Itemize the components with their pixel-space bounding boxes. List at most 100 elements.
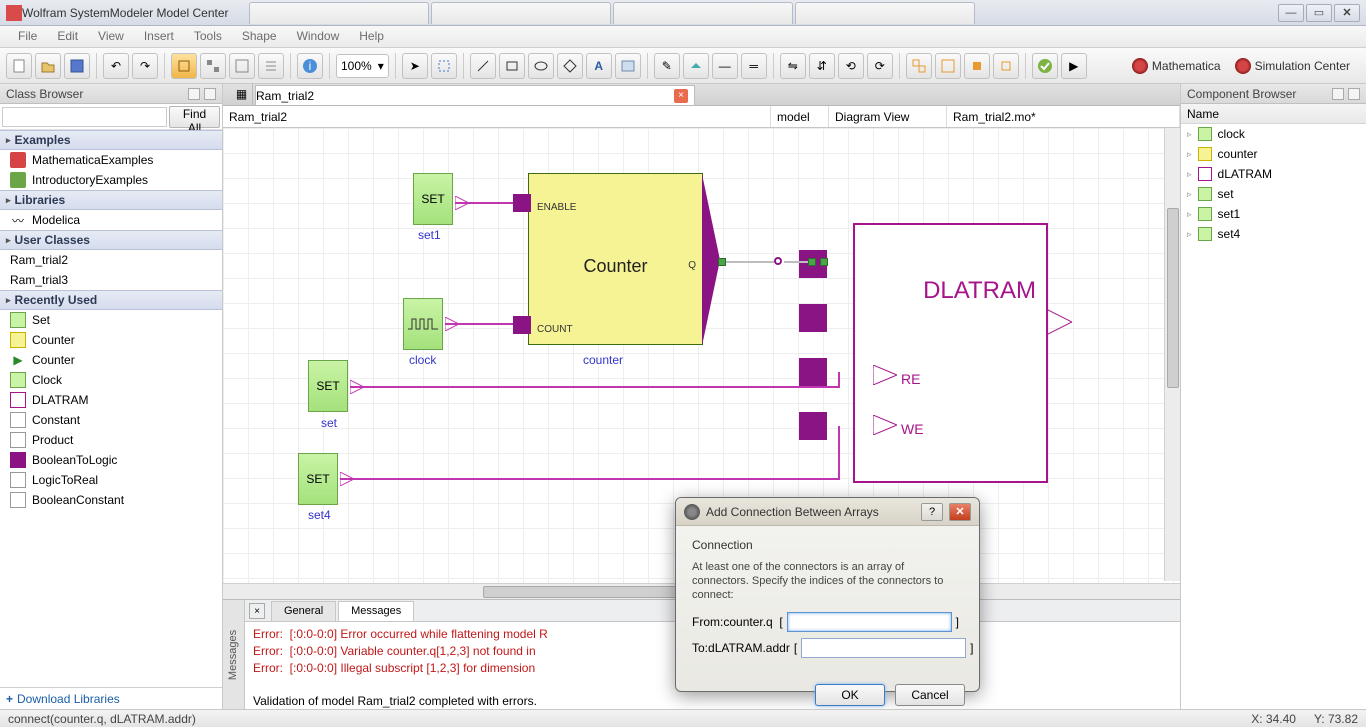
redo-icon[interactable]: ↷ (132, 53, 158, 79)
panel-undock-icon[interactable] (1332, 88, 1344, 100)
menu-window[interactable]: Window (287, 26, 350, 47)
menu-tools[interactable]: Tools (184, 26, 232, 47)
rotate-l-icon[interactable]: ⟲ (838, 53, 864, 79)
tab-messages[interactable]: Messages (338, 601, 414, 621)
tree-item[interactable]: DLATRAM (0, 390, 222, 410)
tree-item[interactable]: Counter (0, 330, 222, 350)
messages-vertical-tab[interactable]: Messages (223, 600, 245, 709)
view1-icon[interactable] (171, 53, 197, 79)
view3-icon[interactable] (229, 53, 255, 79)
block-set1[interactable]: SET (413, 173, 453, 225)
image-icon[interactable] (615, 53, 641, 79)
new-icon[interactable] (6, 53, 32, 79)
block-set4[interactable]: SET (298, 453, 338, 505)
section-libraries[interactable]: Libraries (0, 190, 222, 210)
tab-close-icon[interactable]: × (674, 89, 688, 103)
view4-icon[interactable] (258, 53, 284, 79)
port-we[interactable] (799, 412, 827, 440)
check-icon[interactable] (1032, 53, 1058, 79)
component-item[interactable]: counter (1181, 144, 1366, 164)
tree-item[interactable]: BooleanConstant (0, 490, 222, 510)
port-re[interactable] (799, 358, 827, 386)
tree-item[interactable]: ▶Counter (0, 350, 222, 370)
polygon-icon[interactable] (557, 53, 583, 79)
tree-item[interactable]: IntroductoryExamples (0, 170, 222, 190)
info-icon[interactable]: i (297, 53, 323, 79)
flip-v-icon[interactable]: ⇵ (809, 53, 835, 79)
from-index-input[interactable] (787, 612, 952, 632)
undo-icon[interactable]: ↶ (103, 53, 129, 79)
open-icon[interactable] (35, 53, 61, 79)
simulate-icon[interactable]: ▶ (1061, 53, 1087, 79)
block-counter[interactable]: Counter ENABLE COUNT Q (528, 173, 703, 345)
rect-icon[interactable] (499, 53, 525, 79)
menu-view[interactable]: View (88, 26, 134, 47)
component-item[interactable]: set4 (1181, 224, 1366, 244)
block-dlatram[interactable]: DLATRAM RE WE (853, 223, 1048, 483)
tree-item[interactable]: BooleanToLogic (0, 450, 222, 470)
component-item[interactable]: set1 (1181, 204, 1366, 224)
rotate-r-icon[interactable]: ⟳ (867, 53, 893, 79)
view-mode[interactable]: Diagram View (829, 106, 947, 127)
back-icon[interactable] (993, 53, 1019, 79)
front-icon[interactable] (964, 53, 990, 79)
tree-item[interactable]: Ram_trial3 (0, 270, 222, 290)
bg-tab[interactable] (795, 2, 975, 24)
view2-icon[interactable] (200, 53, 226, 79)
menu-insert[interactable]: Insert (134, 26, 184, 47)
port-enable[interactable] (513, 194, 531, 212)
column-header-name[interactable]: Name (1181, 104, 1366, 124)
pointer-icon[interactable]: ➤ (402, 53, 428, 79)
zoom-combo[interactable]: 100%▾ (336, 54, 389, 78)
dialog-help-button[interactable]: ? (921, 503, 943, 521)
section-recently-used[interactable]: Recently Used (0, 290, 222, 310)
model-kind[interactable]: model (771, 106, 829, 127)
save-icon[interactable] (64, 53, 90, 79)
port-count[interactable] (513, 316, 531, 334)
dialog-close-button[interactable]: ✕ (949, 503, 971, 521)
bg-tab[interactable] (431, 2, 611, 24)
conn-endpoint[interactable] (808, 258, 816, 266)
menu-file[interactable]: File (8, 26, 47, 47)
panel-close-icon[interactable] (204, 88, 216, 100)
ellipse-icon[interactable] (528, 53, 554, 79)
pen-color-icon[interactable]: ✎ (654, 53, 680, 79)
tree-item[interactable]: Set (0, 310, 222, 330)
minimize-button[interactable]: — (1278, 4, 1304, 22)
tree-item[interactable]: Product (0, 430, 222, 450)
panel-undock-icon[interactable] (188, 88, 200, 100)
maximize-button[interactable]: ▭ (1306, 4, 1332, 22)
simulation-center-link[interactable]: Simulation Center (1235, 58, 1350, 74)
mathematica-link[interactable]: Mathematica (1132, 58, 1221, 74)
line-weight-icon[interactable]: ═ (741, 53, 767, 79)
fill-color-icon[interactable] (683, 53, 709, 79)
menu-edit[interactable]: Edit (47, 26, 88, 47)
tree-item[interactable]: Constant (0, 410, 222, 430)
download-libraries-link[interactable]: Download Libraries (0, 687, 222, 709)
conn-endpoint[interactable] (718, 258, 726, 266)
bg-tab[interactable] (613, 2, 793, 24)
block-set[interactable]: SET (308, 360, 348, 412)
conn-midpoint[interactable] (774, 257, 782, 265)
diagram-icon[interactable]: ▦ (231, 83, 253, 105)
block-clock[interactable] (403, 298, 443, 350)
class-search-input[interactable] (2, 107, 167, 127)
v-scrollbar[interactable] (1164, 128, 1180, 581)
to-index-input[interactable] (801, 638, 966, 658)
select-icon[interactable] (431, 53, 457, 79)
tree-item[interactable]: LogicToReal (0, 470, 222, 490)
line-icon[interactable] (470, 53, 496, 79)
ok-button[interactable]: OK (815, 684, 885, 706)
tree-item[interactable]: Ram_trial2 (0, 250, 222, 270)
menu-shape[interactable]: Shape (232, 26, 287, 47)
tab-general[interactable]: General (271, 601, 336, 621)
component-item[interactable]: dLATRAM (1181, 164, 1366, 184)
ungroup-icon[interactable] (935, 53, 961, 79)
find-all-button[interactable]: Find All (169, 106, 220, 128)
group-icon[interactable] (906, 53, 932, 79)
component-item[interactable]: set (1181, 184, 1366, 204)
text-icon[interactable]: A (586, 53, 612, 79)
messages-close-icon[interactable]: × (249, 603, 265, 619)
menu-help[interactable]: Help (349, 26, 394, 47)
section-examples[interactable]: Examples (0, 130, 222, 150)
